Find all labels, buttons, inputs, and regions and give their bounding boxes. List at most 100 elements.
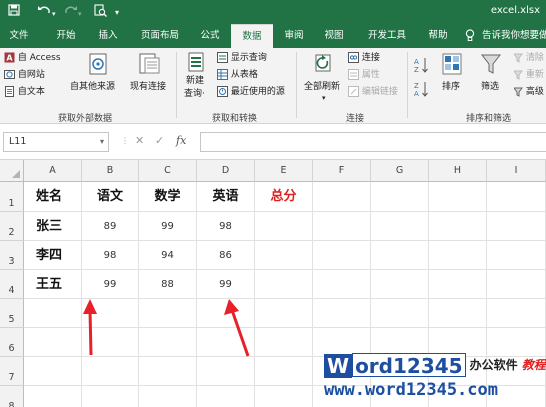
redo-dropdown-icon[interactable]: ▾ [78, 7, 82, 21]
cell-d3[interactable]: 86 [197, 241, 255, 270]
cell-c8[interactable] [139, 386, 197, 407]
reapply-button[interactable]: 重新 [514, 69, 544, 81]
cell-g3[interactable] [371, 241, 429, 270]
row-header-3[interactable]: 3 [0, 241, 24, 270]
cell-b2[interactable]: 89 [82, 212, 139, 241]
cell-g4[interactable] [371, 270, 429, 299]
tab-insert[interactable]: 插入 [92, 24, 124, 48]
save-icon[interactable] [8, 4, 20, 19]
cell-c1[interactable]: 数学 [139, 182, 197, 212]
column-header-a[interactable]: A [24, 160, 82, 182]
cell-f1[interactable] [313, 182, 371, 212]
clear-filter-button[interactable]: 清除 [514, 52, 544, 64]
row-header-8[interactable]: 8 [0, 386, 24, 407]
properties-button[interactable]: 属性 [348, 69, 380, 81]
from-text-button[interactable]: 自文本 [4, 86, 45, 98]
cell-g1[interactable] [371, 182, 429, 212]
sort-button[interactable] [440, 52, 464, 80]
sort-ascending-icon[interactable]: AZ [414, 56, 430, 78]
tab-page-layout[interactable]: 页面布局 [135, 24, 185, 48]
cell-i4[interactable] [487, 270, 546, 299]
cell-i1[interactable] [487, 182, 546, 212]
cell-f3[interactable] [313, 241, 371, 270]
cell-b3[interactable]: 98 [82, 241, 139, 270]
row-header-5[interactable]: 5 [0, 299, 24, 328]
undo-icon[interactable] [37, 4, 51, 19]
cell-c4[interactable]: 88 [139, 270, 197, 299]
cell-f2[interactable] [313, 212, 371, 241]
tab-view[interactable]: 视图 [318, 24, 350, 48]
cell-e1[interactable]: 总分 [255, 182, 313, 212]
cell-e3[interactable] [255, 241, 313, 270]
cell-a4[interactable]: 王五 [24, 270, 82, 299]
cell-g2[interactable] [371, 212, 429, 241]
cell-a7[interactable] [24, 357, 82, 386]
formula-input[interactable] [200, 132, 546, 152]
filter-button[interactable] [478, 52, 504, 80]
row-header-2[interactable]: 2 [0, 212, 24, 241]
cell-c2[interactable]: 99 [139, 212, 197, 241]
cell-f4[interactable] [313, 270, 371, 299]
cell-a1[interactable]: 姓名 [24, 182, 82, 212]
cell-i5[interactable] [487, 299, 546, 328]
cell-e8[interactable] [255, 386, 313, 407]
show-queries-button[interactable]: 显示查询 [217, 52, 267, 64]
enter-icon[interactable]: ✓ [155, 134, 164, 147]
cell-h2[interactable] [429, 212, 487, 241]
cell-e7[interactable] [255, 357, 313, 386]
cell-c7[interactable] [139, 357, 197, 386]
tab-developer[interactable]: 开发工具 [362, 24, 412, 48]
redo-icon[interactable] [64, 4, 78, 19]
cell-h3[interactable] [429, 241, 487, 270]
column-header-i[interactable]: I [487, 160, 546, 182]
cell-c6[interactable] [139, 328, 197, 357]
cell-g5[interactable] [371, 299, 429, 328]
cell-d8[interactable] [197, 386, 255, 407]
cell-a5[interactable] [24, 299, 82, 328]
cell-i2[interactable] [487, 212, 546, 241]
undo-dropdown-icon[interactable]: ▾ [52, 7, 56, 21]
from-access-button[interactable]: A 自 Access [4, 52, 61, 64]
print-preview-icon[interactable] [94, 4, 107, 20]
column-header-f[interactable]: F [313, 160, 371, 182]
tab-formulas[interactable]: 公式 [194, 24, 226, 48]
column-header-e[interactable]: E [255, 160, 313, 182]
cell-a3[interactable]: 李四 [24, 241, 82, 270]
cancel-icon[interactable]: ✕ [135, 134, 144, 147]
cell-b7[interactable] [82, 357, 139, 386]
row-header-6[interactable]: 6 [0, 328, 24, 357]
from-web-button[interactable]: 自网站 [4, 69, 45, 81]
tab-data[interactable]: 数据 [231, 24, 273, 48]
cell-d7[interactable] [197, 357, 255, 386]
cell-b8[interactable] [82, 386, 139, 407]
cell-d1[interactable]: 英语 [197, 182, 255, 212]
recent-sources-button[interactable]: 最近使用的源 [217, 86, 285, 98]
cell-e4[interactable] [255, 270, 313, 299]
cell-d2[interactable]: 98 [197, 212, 255, 241]
cell-b1[interactable]: 语文 [82, 182, 139, 212]
row-header-1[interactable]: 1 [0, 182, 24, 212]
from-other-sources-button[interactable] [76, 52, 120, 80]
cell-e5[interactable] [255, 299, 313, 328]
column-header-b[interactable]: B [82, 160, 139, 182]
cell-f5[interactable] [313, 299, 371, 328]
name-box[interactable]: L11 ▾ [3, 132, 109, 152]
existing-connections-button[interactable] [134, 52, 164, 80]
cell-h5[interactable] [429, 299, 487, 328]
tab-file[interactable]: 文件 [4, 24, 34, 48]
column-header-c[interactable]: C [139, 160, 197, 182]
connections-button[interactable]: 连接 [348, 52, 380, 64]
name-box-dropdown-icon[interactable]: ▾ [100, 133, 104, 151]
tell-me-search[interactable]: 告诉我你想要做什么 [482, 24, 546, 48]
tab-review[interactable]: 审阅 [278, 24, 310, 48]
sort-descending-icon[interactable]: ZA [414, 80, 430, 102]
tab-help[interactable]: 帮助 [422, 24, 454, 48]
cell-b4[interactable]: 99 [82, 270, 139, 299]
insert-function-icon[interactable]: fx [176, 134, 186, 147]
cell-a8[interactable] [24, 386, 82, 407]
cell-a2[interactable]: 张三 [24, 212, 82, 241]
cell-h4[interactable] [429, 270, 487, 299]
column-header-d[interactable]: D [197, 160, 255, 182]
row-header-7[interactable]: 7 [0, 357, 24, 386]
cell-c5[interactable] [139, 299, 197, 328]
